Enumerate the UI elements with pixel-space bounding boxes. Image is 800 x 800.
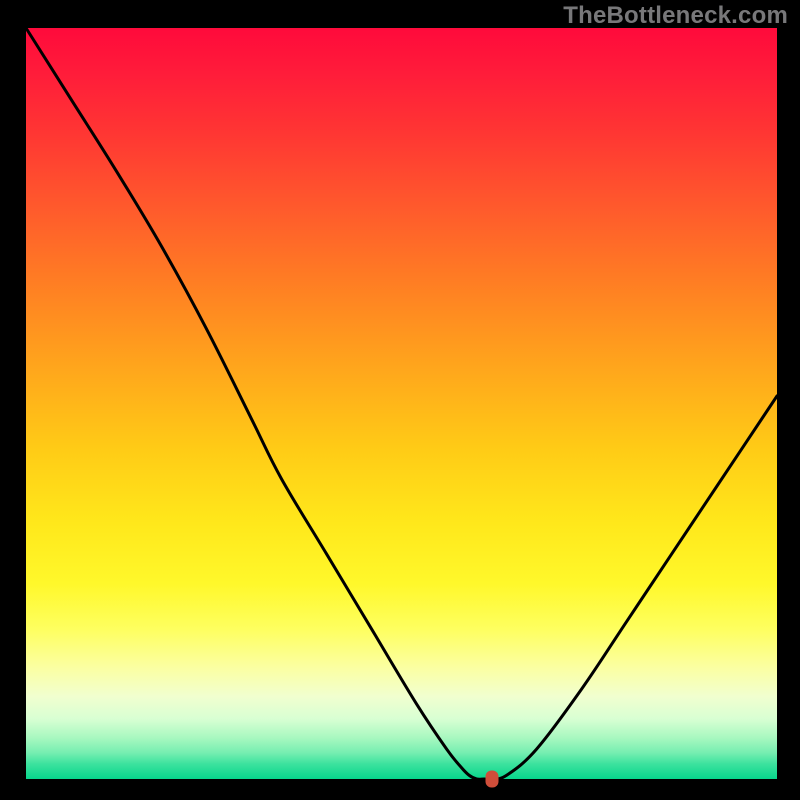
curve-overlay <box>26 28 777 779</box>
watermark-text: TheBottleneck.com <box>563 2 788 30</box>
optimal-point-marker <box>485 771 498 788</box>
plot-area <box>26 28 777 779</box>
bottleneck-curve <box>26 28 777 779</box>
chart-container: TheBottleneck.com <box>0 0 800 800</box>
